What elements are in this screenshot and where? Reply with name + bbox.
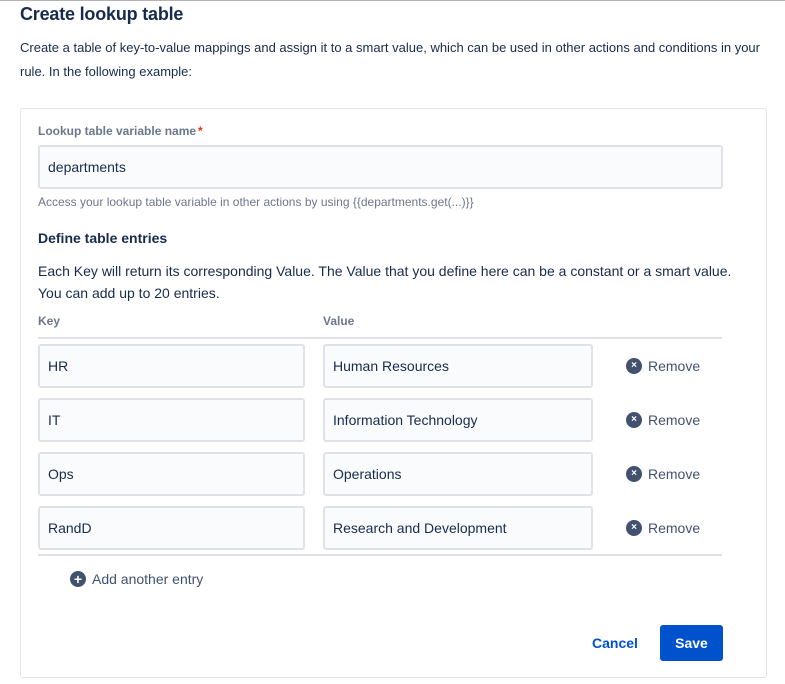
variable-name-label: Lookup table variable name * — [38, 124, 203, 138]
add-entry-button[interactable]: + Add another entry — [70, 571, 203, 587]
key-input[interactable]: RandD — [38, 506, 305, 550]
key-input[interactable]: IT — [38, 398, 305, 442]
top-divider — [0, 0, 785, 1]
remove-circle-icon: × — [626, 412, 642, 428]
value-value: Research and Development — [333, 520, 507, 536]
value-value: Information Technology — [333, 412, 478, 428]
remove-entry-button[interactable]: × Remove — [626, 358, 700, 374]
value-value: Operations — [333, 466, 402, 482]
key-column-header: Key — [38, 314, 61, 328]
section-description: Each Key will return its corresponding V… — [38, 263, 732, 301]
key-value: HR — [48, 358, 69, 374]
key-input[interactable]: HR — [38, 344, 305, 388]
add-entry-label: Add another entry — [92, 571, 204, 587]
key-input[interactable]: Ops — [38, 452, 305, 496]
remove-label: Remove — [648, 412, 701, 428]
key-value: IT — [48, 412, 61, 428]
required-indicator: * — [198, 124, 203, 138]
remove-circle-icon: × — [626, 358, 642, 374]
remove-entry-button[interactable]: × Remove — [626, 466, 700, 482]
variable-name-label-text: Lookup table variable name — [38, 124, 197, 138]
value-input[interactable]: Research and Development — [323, 506, 593, 550]
section-title: Define table entries — [38, 230, 168, 246]
helper-text: Access your lookup table variable in oth… — [38, 195, 474, 209]
page-description: Create a table of key-to-value mappings … — [20, 40, 760, 79]
remove-label: Remove — [648, 520, 701, 536]
value-input[interactable]: Human Resources — [323, 344, 593, 388]
table-top-divider — [38, 337, 722, 339]
table-bottom-divider — [38, 554, 722, 556]
value-column-header: Value — [323, 314, 355, 328]
remove-circle-icon: × — [626, 520, 642, 536]
remove-entry-button[interactable]: × Remove — [626, 412, 700, 428]
value-value: Human Resources — [333, 358, 449, 374]
add-circle-icon: + — [70, 571, 86, 587]
value-input[interactable]: Information Technology — [323, 398, 593, 442]
remove-circle-icon: × — [626, 466, 642, 482]
page-title: Create lookup table — [20, 4, 184, 24]
key-value: Ops — [48, 466, 74, 482]
lookup-table-form: Lookup table variable name * departments … — [20, 108, 767, 678]
key-value: RandD — [48, 520, 92, 536]
remove-entry-button[interactable]: × Remove — [626, 520, 700, 536]
value-input[interactable]: Operations — [323, 452, 593, 496]
remove-label: Remove — [648, 358, 701, 374]
remove-label: Remove — [648, 466, 701, 482]
save-button[interactable]: Save — [660, 625, 723, 661]
variable-name-value: departments — [48, 159, 126, 175]
variable-name-input[interactable]: departments — [38, 145, 723, 189]
cancel-button[interactable]: Cancel — [584, 625, 646, 661]
